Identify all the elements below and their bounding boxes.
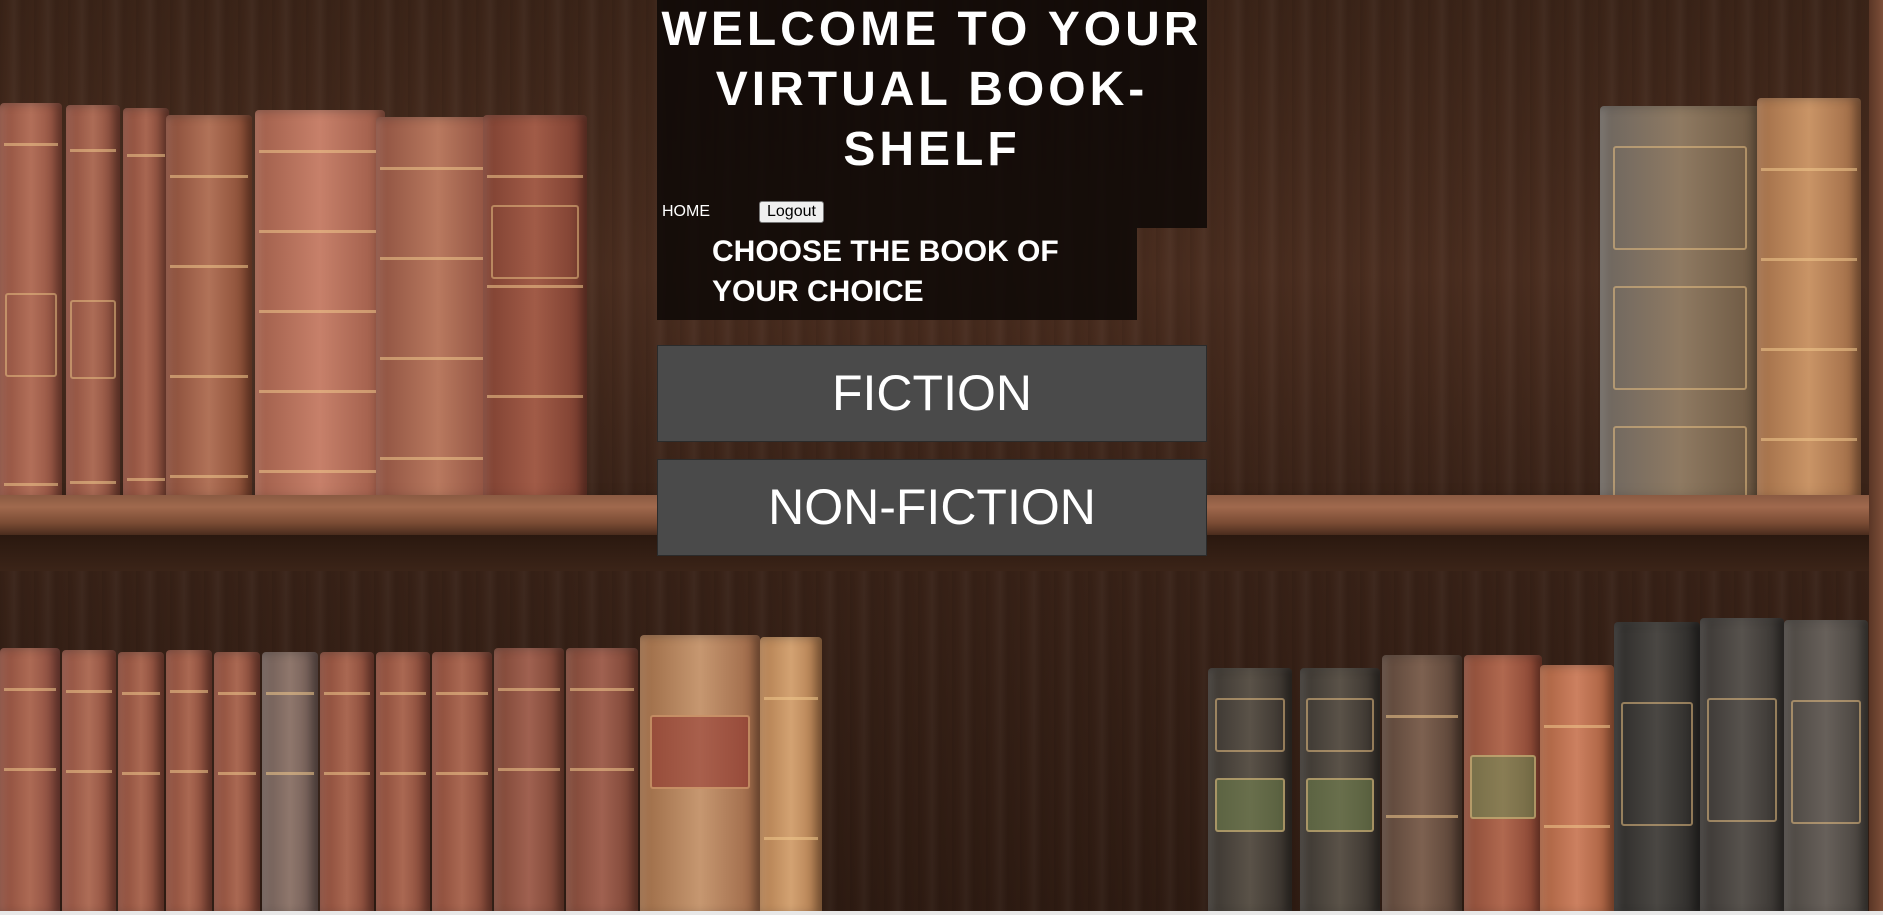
book-spine <box>432 652 492 915</box>
book-spine <box>1757 98 1861 528</box>
book-spine <box>494 648 564 915</box>
book-spine <box>376 652 430 915</box>
book-spine <box>640 635 760 915</box>
book-spine <box>255 110 385 528</box>
book-spine <box>376 117 500 527</box>
logout-button[interactable]: Logout <box>759 201 824 223</box>
home-link[interactable]: HOME <box>662 203 710 221</box>
cabinet-side <box>1869 0 1883 915</box>
fiction-button[interactable]: FICTION <box>657 345 1207 442</box>
book-spine <box>166 115 252 525</box>
page-title: WELCOME TO YOUR VIRTUAL BOOK-SHELF <box>661 3 1203 176</box>
book-spine <box>760 637 822 915</box>
book-spine <box>1700 618 1784 915</box>
book-spine <box>214 652 260 915</box>
book-spine <box>166 650 212 915</box>
book-spine <box>66 105 120 525</box>
non-fiction-button[interactable]: NON-FICTION <box>657 459 1207 556</box>
book-spine <box>320 652 374 915</box>
book-spine <box>483 115 587 528</box>
page-bottom-edge <box>0 911 1883 915</box>
choose-book-heading: CHOOSE THE BOOK OF YOUR CHOICE <box>712 235 1059 308</box>
book-spine <box>118 652 164 915</box>
book-spine <box>1540 665 1614 915</box>
book-spine <box>566 648 638 915</box>
book-spine <box>62 650 116 915</box>
book-spine <box>1208 668 1292 915</box>
book-spine <box>1464 655 1542 915</box>
book-spine <box>1784 620 1868 915</box>
book-spine <box>0 648 60 915</box>
book-spine <box>1600 106 1760 526</box>
book-spine <box>1300 668 1380 915</box>
book-spine <box>1382 655 1462 915</box>
book-spine <box>1614 622 1700 915</box>
book-spine <box>0 103 62 525</box>
book-spine <box>123 108 169 526</box>
book-spine <box>262 652 318 915</box>
